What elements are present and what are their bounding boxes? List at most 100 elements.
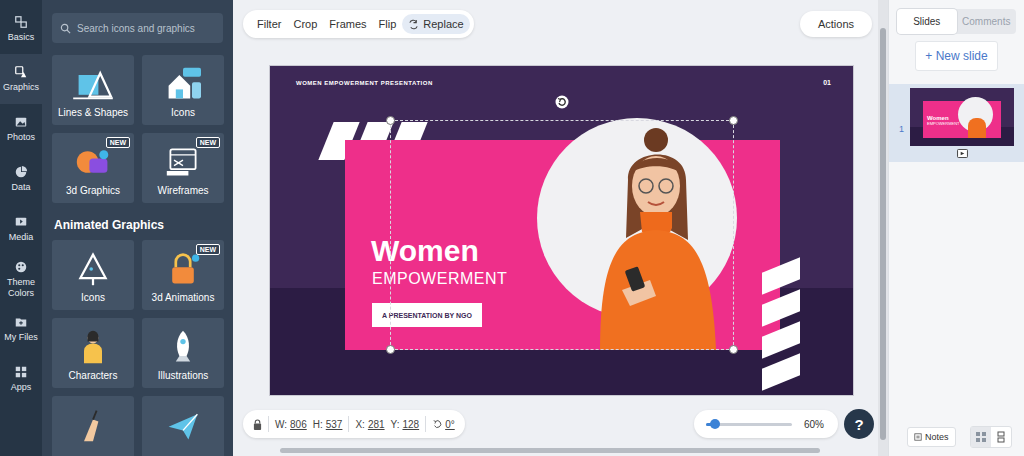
rotation-field[interactable]: 0° <box>432 419 455 430</box>
vertical-scrollbar[interactable] <box>878 0 888 456</box>
graphics-tile[interactable]: Lines & Shapes <box>52 55 134 125</box>
panel-footer: Notes <box>897 426 1016 452</box>
lines-shapes-icon <box>66 65 120 103</box>
rail-label: Photos <box>7 132 35 142</box>
slide-subtitle[interactable]: EMPOWERMENT <box>372 270 507 288</box>
rail-item[interactable]: Theme Colors <box>0 254 42 304</box>
dimension-field[interactable]: W:806 <box>275 419 307 430</box>
resize-handle[interactable] <box>729 116 738 125</box>
animated-tile[interactable]: Icons <box>52 240 134 310</box>
panel-tabs: SlidesComments <box>897 9 1016 34</box>
photos-icon <box>14 115 28 129</box>
tile-label: 3d Graphics <box>66 185 120 197</box>
tile-label: Characters <box>69 370 118 382</box>
rail-item[interactable]: My Files <box>0 304 42 354</box>
horizontal-scrollbar[interactable] <box>280 448 820 453</box>
panel-tab[interactable]: Comments <box>957 9 1017 34</box>
separator <box>268 416 269 432</box>
toolbar-button[interactable]: Replace <box>402 14 469 34</box>
dimension-field[interactable]: H:537 <box>313 419 343 430</box>
tile-label: 3d Animations <box>152 292 215 304</box>
replace-icon <box>408 19 419 30</box>
rail-item[interactable]: Graphics <box>0 54 42 104</box>
lock-icon <box>156 250 210 288</box>
woman-photo[interactable] <box>570 120 740 350</box>
rail-item[interactable]: Media <box>0 204 42 254</box>
resize-handle[interactable] <box>386 345 395 354</box>
actions-button[interactable]: Actions <box>800 11 872 37</box>
animated-tile[interactable]: NEW 3d Animations <box>142 240 224 310</box>
house-icon <box>156 65 210 103</box>
thumbnail-preview: WomenEMPOWERMENT <box>910 88 1014 146</box>
section-heading: Animated Graphics <box>54 218 223 232</box>
view-toggle <box>970 426 1012 448</box>
zoom-slider[interactable] <box>706 423 792 426</box>
graphics-icon <box>14 65 28 79</box>
grid-view-icon[interactable] <box>971 427 991 447</box>
graphics-tile[interactable]: NEW3d Graphics <box>52 133 134 203</box>
animated-tile[interactable] <box>52 396 134 456</box>
graphics-panel: Search icons and graphics Lines & Shapes I… <box>42 0 233 456</box>
bottom-bar: W:806 H:537 X:281 Y:128 0° 60%? <box>233 409 878 439</box>
slide-number[interactable]: 01 <box>823 79 831 86</box>
new-slide-button[interactable]: + New slide <box>915 41 998 71</box>
rotation-icon <box>432 419 442 429</box>
tile-label: Icons <box>81 292 105 304</box>
toolbar-button[interactable]: Frames <box>323 14 372 34</box>
slide-title[interactable]: Women <box>371 234 479 267</box>
zoom-knob[interactable] <box>710 419 720 429</box>
zoom-control: 60% <box>694 410 838 438</box>
search-placeholder: Search icons and graphics <box>77 23 195 34</box>
toolbar-button[interactable]: Filter <box>251 14 287 34</box>
slide-number: 1 <box>899 124 904 134</box>
resize-handle[interactable] <box>386 116 395 125</box>
rail-label: Apps <box>11 382 32 392</box>
slide-thumbnail[interactable]: 1 WomenEMPOWERMENT <box>889 84 1024 162</box>
tree-icon <box>66 250 120 288</box>
files-icon <box>14 315 28 329</box>
animated-tile[interactable]: Illustrations <box>142 318 224 388</box>
selection-box <box>390 120 734 350</box>
notes-icon <box>914 433 922 441</box>
rail-label: Graphics <box>3 82 39 92</box>
slide-options-icon[interactable] <box>957 149 968 158</box>
animated-tile[interactable] <box>142 396 224 456</box>
list-view-icon[interactable] <box>991 427 1011 447</box>
slide-tagline[interactable]: A PRESENTATION BY NGO <box>372 303 482 327</box>
graphics-tile[interactable]: Icons <box>142 55 224 125</box>
rail-item[interactable]: Apps <box>0 354 42 404</box>
data-icon <box>14 165 28 179</box>
lock-icon[interactable] <box>253 419 262 430</box>
panel-tab[interactable]: Slides <box>897 9 957 34</box>
new-badge: NEW <box>196 244 220 255</box>
rail-label: Media <box>9 232 34 242</box>
separator <box>348 416 349 432</box>
animated-grid: Icons NEW 3d Animations Characters Illustrat… <box>52 240 223 456</box>
rail-item[interactable]: Data <box>0 154 42 204</box>
rotate-icon[interactable] <box>555 95 569 109</box>
help-button[interactable]: ? <box>844 409 874 439</box>
basics-icon <box>14 15 28 29</box>
dimension-field[interactable]: X:281 <box>355 419 384 430</box>
tile-label: Icons <box>171 107 195 119</box>
toolbar-button[interactable]: Crop <box>287 14 323 34</box>
search-field[interactable]: Search icons and graphics <box>52 13 223 43</box>
rail-label: Basics <box>8 32 35 42</box>
palette-icon <box>14 260 28 274</box>
resize-handle[interactable] <box>729 345 738 354</box>
notes-button[interactable]: Notes <box>907 427 956 447</box>
apps-icon <box>14 365 28 379</box>
slide-header[interactable]: WOMEN EMPOWERMENT PRESENTATION <box>296 80 433 86</box>
graphics-tile[interactable]: NEWWireframes <box>142 133 224 203</box>
rail-item[interactable]: Photos <box>0 104 42 154</box>
separator <box>425 416 426 432</box>
animated-tile[interactable]: Characters <box>52 318 134 388</box>
image-toolbar: Filter Crop Frames Flip Replace <box>243 10 474 38</box>
dimension-field[interactable]: Y:128 <box>391 419 420 430</box>
rail-item[interactable]: Basics <box>0 4 42 54</box>
graphics-grid: Lines & Shapes Icons NEW3d GraphicsNEWWire… <box>52 55 223 203</box>
canvas-area: Filter Crop Frames Flip Replace Actions WO… <box>233 0 888 456</box>
slide[interactable]: WOMEN EMPOWERMENT PRESENTATION 01 Women EMP… <box>270 66 853 395</box>
toolbar-button[interactable]: Flip <box>373 14 403 34</box>
tile-label: Wireframes <box>157 185 208 197</box>
